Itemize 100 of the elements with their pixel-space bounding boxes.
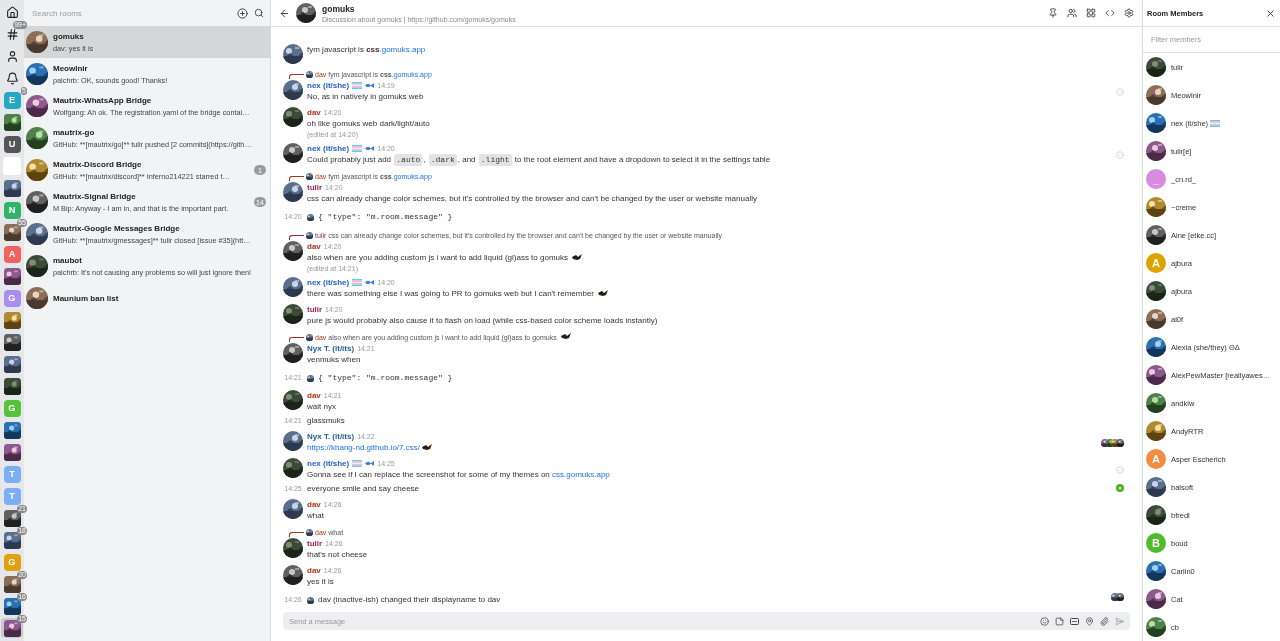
- emoji-icon: [572, 253, 583, 263]
- bell-icon: [5, 71, 19, 85]
- sender-name[interactable]: nex (it/she): [307, 459, 350, 468]
- link[interactable]: .gomuks.app: [379, 44, 426, 56]
- emoji-icon[interactable]: [1040, 616, 1049, 626]
- close-icon[interactable]: [1265, 7, 1276, 19]
- state-event-text: dav (inactive-ish) changed their displayname to dav: [318, 594, 501, 606]
- space-button[interactable]: [1, 266, 23, 286]
- code-text: { "type": "m.room.message" }: [318, 372, 453, 384]
- message-text: that's not cheese: [307, 549, 368, 561]
- space-button[interactable]: [1, 442, 23, 462]
- message-text: Gonna see if I can replace the screenshot for some of my themes on css.gomuks.app: [307, 469, 610, 481]
- room-name: Mautrix-Discord Bridge: [53, 159, 143, 169]
- message-text: also when are you adding custom js i want to add liquid (gl)ass to gomuks: [307, 252, 583, 264]
- message-text: yes it is: [307, 576, 334, 588]
- search-field[interactable]: Search rooms: [32, 8, 231, 18]
- space-button[interactable]: [1, 332, 23, 352]
- read-receipt-icon: [1116, 484, 1124, 492]
- read-check-icon: [1116, 150, 1124, 159]
- message-text: css can already change color schemes, but it's controlled by the browser and can't be changed by the user or website manually: [307, 193, 757, 205]
- room-name: Maunium ban list: [53, 293, 120, 303]
- settings-icon[interactable]: [1124, 8, 1134, 18]
- flag-icon: [352, 145, 363, 152]
- space-button[interactable]: [1, 310, 23, 330]
- inline-code: .light: [478, 154, 512, 166]
- message-text: there was something else I was going to PR to gomuks web but I can't remember: [307, 288, 609, 300]
- message-text: what: [307, 510, 324, 522]
- member-avatar: B: [1146, 533, 1166, 553]
- sender-name[interactable]: nex (it/she): [307, 144, 350, 153]
- space-button[interactable]: U: [1, 134, 23, 154]
- sender-name[interactable]: dav: [307, 391, 321, 400]
- link[interactable]: css.gomuks.app: [552, 469, 610, 481]
- inline-code: .auto: [394, 154, 423, 166]
- room-name: Mautrix-Signal Bridge: [53, 191, 137, 201]
- message-text: venmuks when: [307, 354, 361, 366]
- sender-name[interactable]: nex (it/she): [307, 278, 350, 287]
- message-text: oh like gomuks web dark/light/auto: [307, 118, 430, 130]
- location-icon[interactable]: [1085, 616, 1094, 626]
- room-name: mautrix-go: [53, 127, 96, 137]
- emoji-icon: [560, 332, 571, 342]
- space-avatar: [3, 157, 21, 175]
- message-text: pure js would probably also cause it to flash on load (while css-based color scheme loads instantly): [307, 315, 658, 327]
- hash-icon: [5, 27, 19, 41]
- sender-name[interactable]: dav: [307, 566, 321, 575]
- flag-icon: [352, 279, 363, 286]
- fish-icon: [365, 460, 375, 467]
- room-name: Mautrix-WhatsApp Bridge: [53, 95, 153, 105]
- space-button[interactable]: [1, 376, 23, 396]
- sender-name[interactable]: tulir: [307, 305, 323, 314]
- sender-name[interactable]: tulir: [307, 539, 323, 548]
- fish-icon: [365, 279, 375, 286]
- flag-icon: [352, 82, 363, 89]
- message-text: everyone smile and say cheese: [307, 483, 420, 495]
- space-button[interactable]: [1, 420, 23, 440]
- emoji-icon: [598, 289, 609, 299]
- room-name: Mautrix-Google Messages Bridge: [53, 223, 181, 233]
- sender-name[interactable]: dav: [307, 242, 321, 251]
- sender-name[interactable]: dav: [307, 500, 321, 509]
- space-button[interactable]: [1, 178, 23, 198]
- pin-icon[interactable]: [1048, 8, 1058, 18]
- fish-icon: [365, 145, 375, 152]
- sender-name[interactable]: nex (it/she): [307, 81, 350, 90]
- flag-icon: [1210, 119, 1221, 127]
- message-text: wait nyx: [307, 401, 336, 413]
- room-name: gomuks: [53, 31, 85, 41]
- member-avatar: A: [1146, 253, 1166, 273]
- message-text: Could probably just add .auto , .dark , and .light to the root element and have a dropdown to select it in the settings table: [307, 154, 771, 166]
- members-icon[interactable]: [1067, 8, 1077, 18]
- message-text: glassmuks: [307, 415, 345, 427]
- space-avatar: E: [3, 91, 21, 109]
- room-name: Meowlnir: [53, 63, 89, 73]
- code-icon[interactable]: [1105, 8, 1115, 18]
- room-item[interactable]: Maunium ban list: [24, 282, 270, 314]
- attach-icon[interactable]: [1100, 616, 1109, 626]
- space-button[interactable]: [1, 354, 23, 374]
- fish-icon: [365, 82, 375, 89]
- back-icon[interactable]: [279, 7, 290, 19]
- member-avatar: A: [1146, 449, 1166, 469]
- gif-icon[interactable]: [1070, 616, 1079, 626]
- message-text: No, as in natively in gomuks web: [307, 91, 424, 103]
- sender-name[interactable]: Nyx T. (it/its): [307, 344, 355, 353]
- sender-name[interactable]: dav: [307, 108, 321, 117]
- emoji-icon: [421, 443, 432, 453]
- inline-code: .dark: [428, 154, 457, 166]
- sender-name[interactable]: Nyx T. (it/its): [307, 432, 355, 441]
- home-icon: [5, 5, 19, 19]
- add-icon[interactable]: [237, 7, 248, 19]
- space-button[interactable]: [1, 112, 23, 132]
- member-avatar: _: [1146, 169, 1166, 189]
- room-title: gomuks: [322, 3, 356, 14]
- code-text: { "type": "m.room.message" }: [318, 211, 453, 223]
- link[interactable]: https://khang-nd.github.io/7.css/: [307, 442, 420, 454]
- room-name: maubot: [53, 255, 83, 265]
- sticker-icon[interactable]: [1055, 616, 1064, 626]
- search-icon[interactable]: [254, 8, 264, 18]
- grid-icon[interactable]: [1086, 8, 1096, 18]
- read-check-icon: [1116, 87, 1124, 96]
- read-check-icon: [1116, 465, 1124, 474]
- message-text: fym javascript is css.gomuks.app: [307, 44, 426, 56]
- sender-name[interactable]: tulir: [307, 183, 323, 192]
